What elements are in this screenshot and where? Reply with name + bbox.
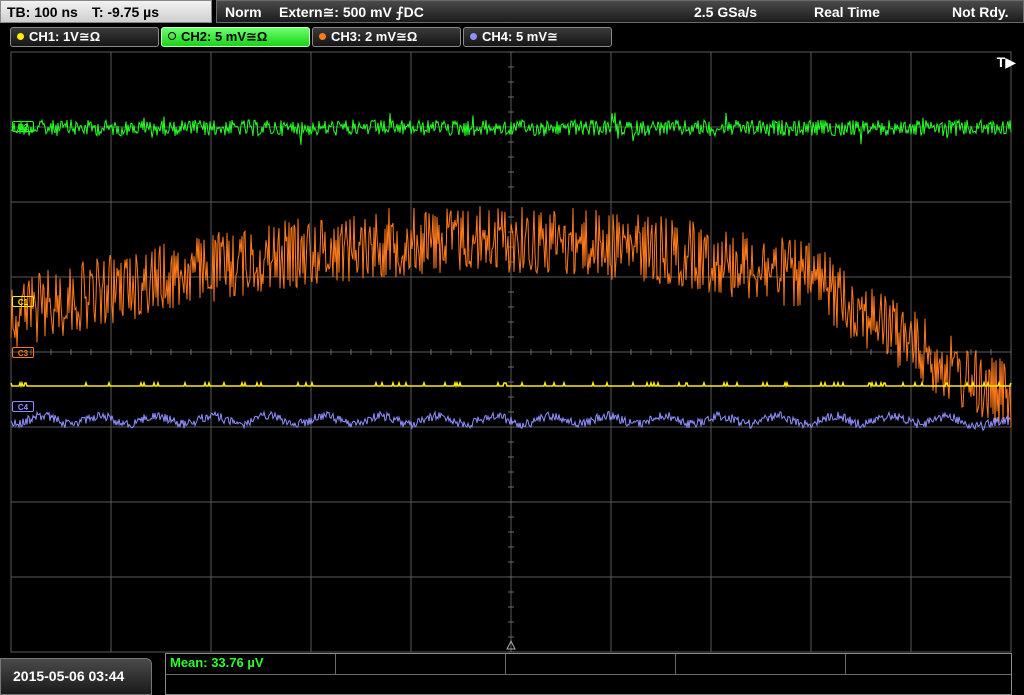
tab-ch3-label: CH3: 2 mV≅Ω xyxy=(331,29,418,44)
graticule xyxy=(10,51,1012,653)
measurement-cell-empty[interactable] xyxy=(846,654,1011,674)
measurement-cell-empty[interactable] xyxy=(676,654,846,674)
ch3-offset-marker[interactable]: C3 xyxy=(12,347,34,358)
tab-ch4[interactable]: CH4: 5 mV≅ xyxy=(463,27,612,47)
tab-ch3[interactable]: CH3: 2 mV≅Ω xyxy=(312,27,461,47)
ch2-offset-marker[interactable]: C2 xyxy=(12,121,34,132)
waveform-display[interactable]: T▶ C2 C1 C3 C4 xyxy=(0,49,1024,653)
ch3-dot-icon xyxy=(319,33,326,40)
date-time: 2015-05-06 03:44 xyxy=(0,658,152,695)
measurement-cell[interactable]: Mean: 33.76 µV xyxy=(166,654,336,674)
tab-ch4-label: CH4: 5 mV≅ xyxy=(482,29,558,44)
measurement-value: 33.76 µV xyxy=(211,655,264,670)
trigger-mode[interactable]: Norm xyxy=(225,1,262,23)
tab-ch1[interactable]: CH1: 1V≅Ω xyxy=(10,27,159,47)
trigger-position[interactable]: T: -9.75 µs xyxy=(92,4,159,20)
timebase-scale[interactable]: TB: 100 ns xyxy=(7,4,78,20)
acquisition-mode: Real Time xyxy=(814,4,880,20)
channel-tabs: CH1: 1V≅Ω CH2: 5 mV≅Ω CH3: 2 mV≅Ω CH4: 5… xyxy=(0,26,1024,48)
status-bar: TB: 100 ns T: -9.75 µs Norm Extern≅: 500 … xyxy=(0,0,1024,25)
timebase-panel[interactable]: TB: 100 ns T: -9.75 µs xyxy=(0,0,212,23)
tab-ch2[interactable]: CH2: 5 mV≅Ω xyxy=(161,27,310,47)
measurement-cell-empty[interactable] xyxy=(506,654,676,674)
trigger-level-marker[interactable]: T▶ xyxy=(997,54,1016,71)
measurement-label: Mean: xyxy=(170,655,208,670)
tab-ch2-label: CH2: 5 mV≅Ω xyxy=(181,29,268,44)
trigger-source[interactable]: Extern≅: 500 mV ⨍DC xyxy=(279,1,424,23)
ch2-dot-icon xyxy=(168,32,176,40)
trigger-panel[interactable]: Norm Extern≅: 500 mV ⨍DC 2.5 GSa/s Real … xyxy=(216,0,1024,23)
measurement-readout: Mean: 33.76 µV xyxy=(170,655,264,670)
ch4-offset-marker[interactable]: C4 xyxy=(12,401,34,412)
ch1-dot-icon xyxy=(17,33,24,40)
measurement-divider xyxy=(166,674,1011,675)
tab-ch1-label: CH1: 1V≅Ω xyxy=(29,29,101,44)
sample-rate: 2.5 GSa/s xyxy=(694,4,758,20)
trigger-status: Not Rdy. xyxy=(952,4,1009,20)
ch1-offset-marker[interactable]: C1 xyxy=(12,296,34,307)
measurement-panel[interactable]: Mean: 33.76 µV xyxy=(165,653,1012,695)
measurement-cell-empty[interactable] xyxy=(336,654,506,674)
ch4-dot-icon xyxy=(470,33,477,40)
